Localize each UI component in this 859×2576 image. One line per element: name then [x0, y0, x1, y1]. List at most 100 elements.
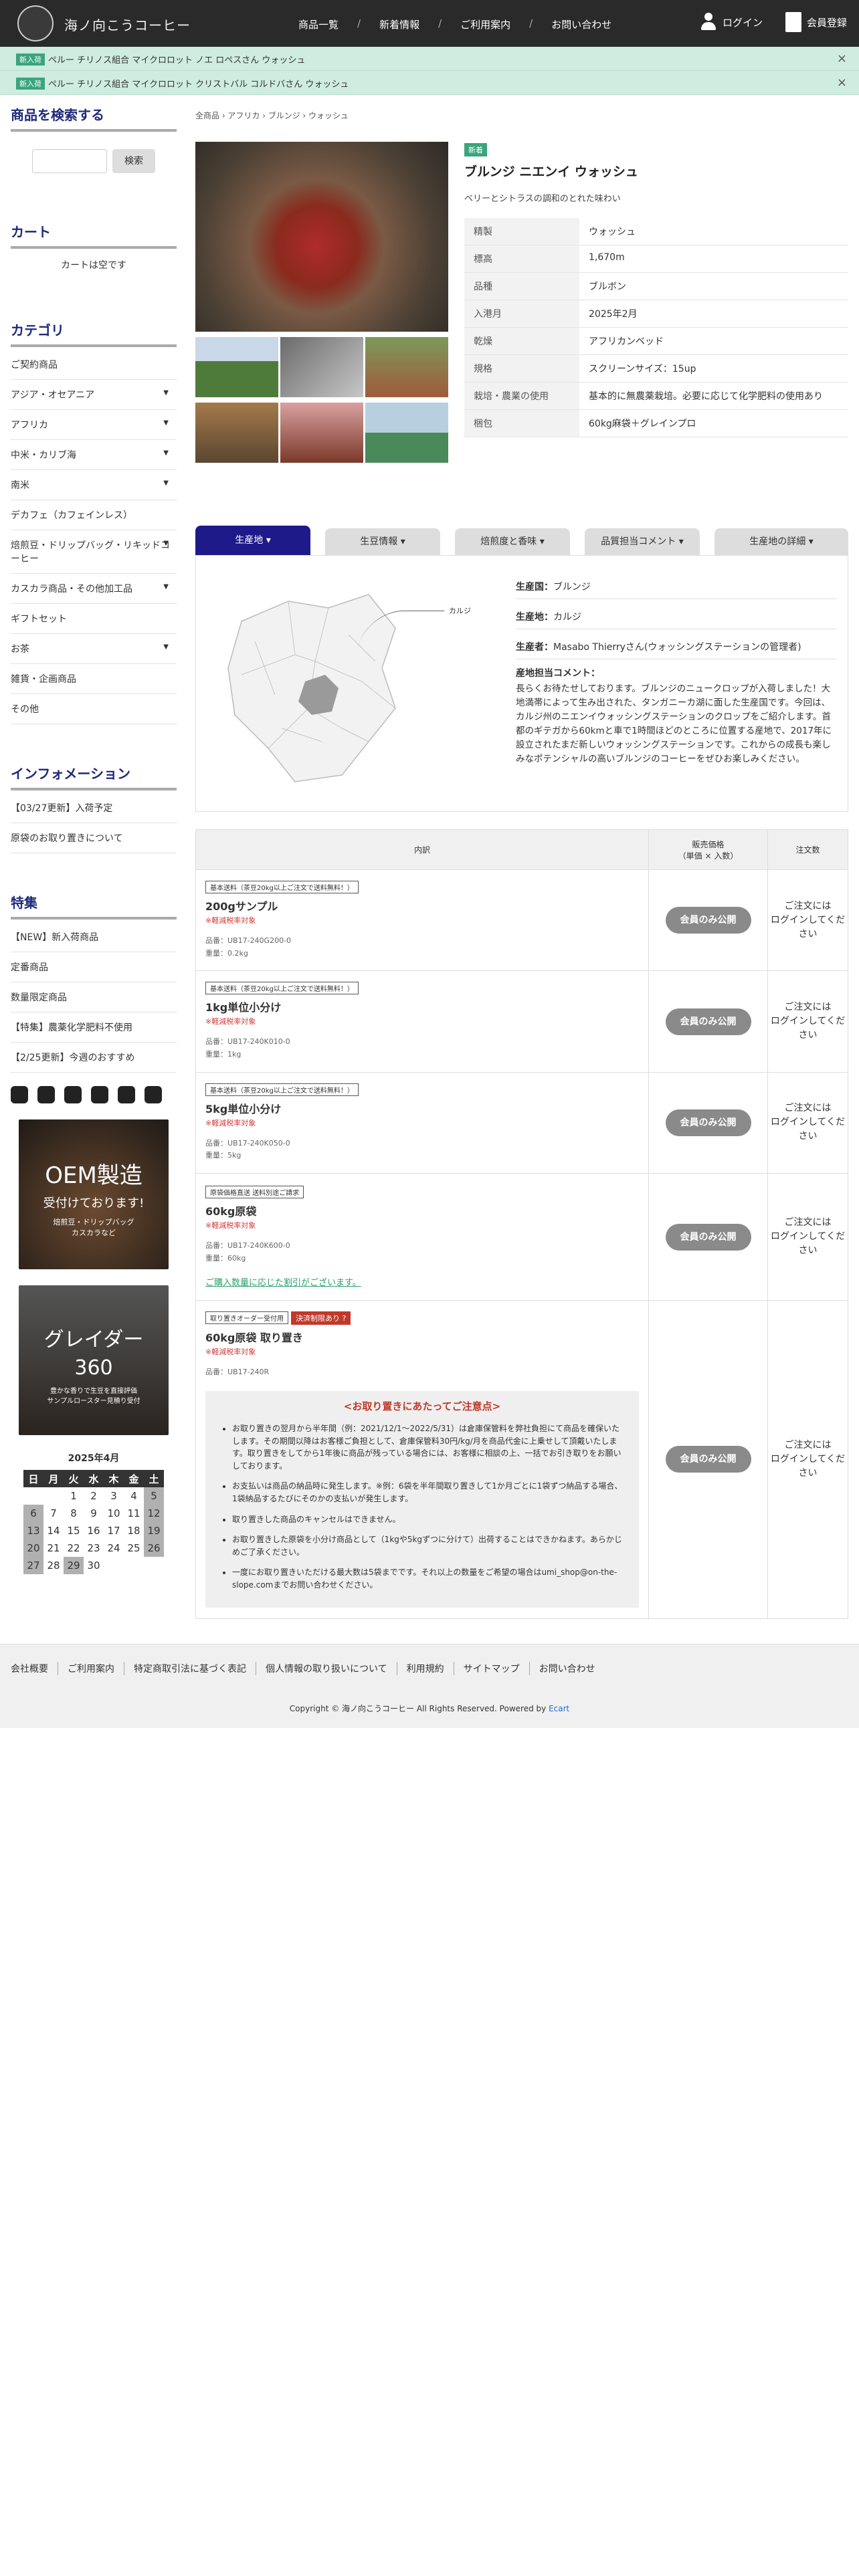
product-thumbnail[interactable]	[280, 337, 363, 397]
members-only-button[interactable]: 会員のみ公開	[665, 1109, 751, 1136]
tab-origin-detail[interactable]: 生産地の詳細 ▾	[714, 528, 848, 555]
product-main-image[interactable]	[195, 142, 448, 332]
login-link[interactable]: ログイン	[700, 13, 763, 31]
members-only-button[interactable]: 会員のみ公開	[665, 907, 751, 934]
info-link[interactable]: 原袋のお取り置きについて	[11, 823, 177, 853]
variant-tags: 原袋価格直送 送料別途ご請求	[205, 1185, 639, 1198]
category-label: 雑貨・企画商品	[11, 674, 76, 685]
members-only-button[interactable]: 会員のみ公開	[665, 1446, 751, 1473]
notice-link[interactable]: ペルー チリノス組合 マイクロロット クリストバル コルドバさん ウォッシュ	[48, 77, 349, 90]
calendar-day: 15	[67, 1525, 80, 1537]
powered-link[interactable]: Ecart	[549, 1704, 569, 1713]
calendar-weekday: 土	[144, 1470, 164, 1487]
chevron-down-icon[interactable]: ▼	[163, 643, 169, 651]
search-button[interactable]: 検索	[112, 149, 155, 173]
nav-news[interactable]: 新着情報	[379, 17, 419, 31]
feature-link[interactable]: 定番商品	[11, 952, 177, 982]
footer-link[interactable]: お問い合わせ	[530, 1662, 605, 1675]
logo-emblem[interactable]	[17, 5, 54, 41]
chevron-down-icon[interactable]: ▼	[163, 449, 169, 457]
category-link[interactable]: 雑貨・企画商品	[11, 664, 177, 694]
product-thumbnail[interactable]	[195, 403, 278, 463]
product-thumbnail[interactable]	[365, 337, 448, 397]
category-link[interactable]: 焙煎豆・ドリップバッグ・リキッドコーヒー ▼	[11, 530, 177, 574]
tab-green-bean[interactable]: 生豆情報 ▾	[325, 528, 440, 555]
members-only-button[interactable]: 会員のみ公開	[665, 1223, 751, 1251]
banner-heading: OEM製造	[45, 1162, 142, 1189]
facebook-icon[interactable]	[37, 1086, 55, 1103]
discount-link[interactable]: ご購入数量に応じた割引がございます。	[205, 1275, 639, 1288]
instagram-icon[interactable]	[11, 1086, 28, 1103]
feature-link[interactable]: 【2/25更新】今週のおすすめ	[11, 1043, 177, 1073]
category-link[interactable]: 南米 ▼	[11, 470, 177, 500]
category-link[interactable]: カスカラ商品・その他加工品 ▼	[11, 574, 177, 604]
product-thumbnail[interactable]	[280, 403, 363, 463]
oem-banner[interactable]: OEM製造 受付けております! 焙煎豆・ドリップバッグ カスカラなど	[19, 1119, 169, 1269]
logo-text[interactable]: 海ノ向こうコーヒー	[64, 15, 191, 34]
footer-link[interactable]: 利用規約	[397, 1662, 454, 1675]
info-link[interactable]: 【03/27更新】入荷予定	[11, 793, 177, 823]
spec-value: アフリカンベッド	[579, 327, 848, 355]
calendar-day: 26	[144, 1539, 164, 1557]
banner-caption: 豊かな香りで生豆を直接評価 サンプルロースター見積り受付	[47, 1388, 140, 1405]
footer-link[interactable]: 特定商取引法に基づく表記	[124, 1662, 256, 1675]
shipping-tag: 基本送料（茶豆20kg以上ご注文で送料無料！）	[205, 982, 359, 995]
calendar-day: 12	[144, 1505, 164, 1522]
footer-link[interactable]: サイトマップ	[454, 1662, 530, 1675]
register-link[interactable]: 会員登録	[785, 12, 847, 32]
leaf-icon[interactable]	[145, 1086, 162, 1103]
category-link[interactable]: ギフトセット	[11, 604, 177, 634]
chevron-down-icon[interactable]: ▼	[163, 583, 169, 591]
footer-link[interactable]: 会社概要	[11, 1662, 58, 1675]
nav-guide[interactable]: ご利用案内	[460, 17, 510, 31]
calendar-day: 25	[127, 1542, 140, 1554]
product-thumbnail[interactable]	[195, 337, 278, 397]
tab-roast[interactable]: 焙煎度と香味 ▾	[455, 528, 570, 555]
table-row: 原袋価格直送 送料別途ご請求 60kg原袋 ※軽減税率対象 品番：UB17-240K6…	[195, 1173, 848, 1301]
podcast-icon[interactable]	[118, 1086, 135, 1103]
youtube-icon[interactable]	[91, 1086, 108, 1103]
category-link[interactable]: その他	[11, 694, 177, 724]
origin-region-row: 生産地：カルジ	[516, 606, 837, 629]
product-thumbnail[interactable]	[365, 403, 448, 463]
grader-banner[interactable]: グレイダー 360 豊かな香りで生豆を直接評価 サンプルロースター見積り受付	[19, 1285, 169, 1435]
category-label: デカフェ（カフェインレス）	[11, 510, 132, 521]
category-link[interactable]: デカフェ（カフェインレス）	[11, 500, 177, 530]
chevron-down-icon[interactable]: ▼	[163, 389, 169, 397]
nav-contact[interactable]: お問い合わせ	[551, 17, 611, 31]
feature-link[interactable]: 【NEW】新入荷商品	[11, 922, 177, 952]
product-variant-cell: 原袋価格直送 送料別途ご請求 60kg原袋 ※軽減税率対象 品番：UB17-240K6…	[195, 1173, 649, 1301]
search-input[interactable]	[32, 149, 107, 173]
chevron-down-icon[interactable]: ▼	[163, 479, 169, 487]
calendar-weekday: 月	[43, 1470, 64, 1487]
close-icon[interactable]: ×	[837, 76, 847, 90]
chevron-down-icon[interactable]: ▼	[163, 419, 169, 427]
tab-origin[interactable]: 生産地 ▾	[195, 526, 310, 555]
tab-quality-comment[interactable]: 品質担当コメント ▾	[585, 528, 700, 555]
close-icon[interactable]: ×	[837, 51, 847, 66]
category-label: お茶	[11, 644, 29, 655]
feature-link[interactable]: 数量限定商品	[11, 982, 177, 1012]
nav-products[interactable]: 商品一覧	[298, 17, 339, 31]
spec-row: 標高 1,670m	[464, 245, 848, 273]
category-link[interactable]: アフリカ ▼	[11, 410, 177, 440]
chevron-down-icon[interactable]: ▼	[163, 540, 169, 547]
footer-link[interactable]: 個人情報の取り扱いについて	[256, 1662, 397, 1675]
category-link[interactable]: ご契約商品	[11, 350, 177, 380]
category-link[interactable]: アジア・オセアニア ▼	[11, 380, 177, 410]
feature-title: 特集	[11, 892, 177, 920]
sku-line: 品番：UB17-240R	[205, 1368, 270, 1377]
product-variant-cell: 基本送料（茶豆20kg以上ご注文で送料無料！） 5kg単位小分け ※軽減税率対象 品番…	[195, 1071, 649, 1174]
category-link[interactable]: 中米・カリブ海 ▼	[11, 440, 177, 470]
members-only-button[interactable]: 会員のみ公開	[665, 1008, 751, 1035]
spec-key: 品種	[464, 272, 579, 300]
line-icon[interactable]	[64, 1086, 82, 1103]
breadcrumb[interactable]: 全商品 › アフリカ › ブルンジ › ウォッシュ	[195, 110, 349, 121]
category-link[interactable]: お茶 ▼	[11, 634, 177, 664]
origin-producer-row: 生産者：Masabo Thierryさん(ウォッシングステーションの管理者)	[516, 636, 837, 659]
login-label: ログイン	[722, 16, 763, 29]
producer-value: Masabo Thierryさん(ウォッシングステーションの管理者)	[553, 642, 801, 653]
feature-link[interactable]: 【特集】農薬化学肥料不使用	[11, 1012, 177, 1043]
footer-link[interactable]: ご利用案内	[58, 1662, 124, 1675]
notice-link[interactable]: ペルー チリノス組合 マイクロロット ノエ ロペスさん ウォッシュ	[48, 53, 305, 66]
